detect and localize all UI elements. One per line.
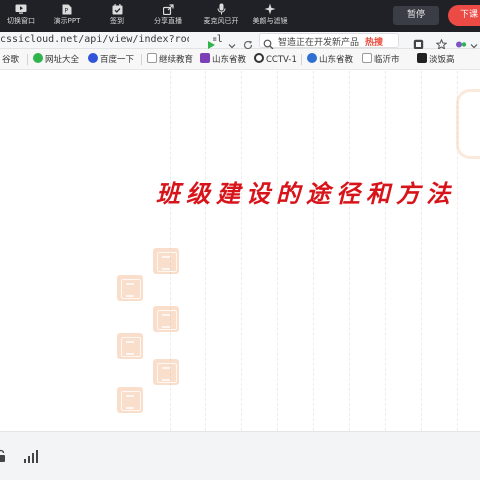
seal-stamp-decoration bbox=[117, 387, 143, 413]
bookmark-divider bbox=[27, 54, 28, 65]
sign-in-icon bbox=[103, 3, 131, 16]
present-ppt-label: 演示PPT bbox=[53, 17, 81, 25]
present-ppt-button[interactable]: P 演示PPT bbox=[52, 3, 82, 30]
switch-window-button[interactable]: 切换窗口 bbox=[6, 3, 36, 30]
pause-button[interactable]: 暂停 bbox=[393, 6, 439, 25]
beauty-filter-button[interactable]: 美颜与滤镜 bbox=[250, 3, 290, 30]
bottom-status-bar bbox=[0, 431, 480, 480]
bookmark-item[interactable]: 山东省教 bbox=[307, 53, 353, 66]
hot-search-badge: 热搜 bbox=[365, 38, 384, 48]
bookmark-icon bbox=[200, 53, 210, 63]
sign-in-label: 签到 bbox=[110, 17, 124, 25]
slide-dashed-line bbox=[241, 71, 242, 431]
slide-dashed-line bbox=[349, 71, 350, 431]
beauty-filter-label: 美颜与滤镜 bbox=[252, 17, 288, 25]
search-query-text: 智造正在开发新产品 bbox=[278, 38, 360, 48]
slide-title: 班级建设的途径和方法 bbox=[156, 179, 456, 208]
bookmarks-bar: 谷歌 网址大全 百度一下 继续教育 山东省教 CCTV-1 山东省教 临沂市 淡… bbox=[0, 49, 480, 70]
screen: 切换窗口 P 演示PPT 签到 分享直播 麦克风已开 美颜与滤镜 暂停 下课 c… bbox=[0, 0, 480, 480]
bookmark-item[interactable]: 谷歌 bbox=[0, 53, 19, 66]
slide-dashed-line bbox=[421, 71, 422, 431]
signal-bars-icon[interactable] bbox=[24, 448, 38, 467]
live-toolbar: 切换窗口 P 演示PPT 签到 分享直播 麦克风已开 美颜与滤镜 暂停 下课 bbox=[0, 0, 480, 32]
bookmark-item[interactable]: 临沂市 bbox=[362, 53, 400, 66]
bookmark-icon bbox=[33, 53, 43, 63]
bookmark-item[interactable]: 继续教育 bbox=[147, 53, 193, 66]
bookmark-icon bbox=[362, 53, 372, 63]
seal-stamp-decoration bbox=[153, 248, 179, 274]
share-live-icon bbox=[151, 3, 185, 16]
bookmark-label: 淡饭高 bbox=[429, 55, 455, 65]
bookmark-label: 百度一下 bbox=[100, 55, 135, 65]
end-class-button[interactable]: 下课 bbox=[448, 5, 480, 26]
bookmark-icon bbox=[417, 53, 427, 63]
bookmark-item[interactable]: CCTV-1 bbox=[254, 53, 297, 66]
microphone-icon bbox=[201, 3, 241, 16]
slide-dashed-line bbox=[385, 71, 386, 431]
ppt-icon: P bbox=[52, 3, 82, 16]
bookmark-label: 谷歌 bbox=[2, 55, 20, 65]
bookmark-icon bbox=[254, 53, 264, 63]
switch-window-icon bbox=[6, 3, 36, 16]
bookmark-icon bbox=[307, 53, 317, 63]
bookmark-label: 网址大全 bbox=[45, 55, 80, 65]
beauty-filter-icon bbox=[250, 3, 290, 16]
bookmark-item[interactable]: 网址大全 bbox=[33, 53, 79, 66]
seal-stamp-decoration bbox=[153, 306, 179, 332]
bookmark-item[interactable]: 山东省教 bbox=[200, 53, 246, 66]
slide-dashed-line bbox=[277, 71, 278, 431]
bookmark-label: 山东省教 bbox=[319, 55, 354, 65]
lock-icon[interactable] bbox=[0, 448, 6, 467]
bookmark-label: 临沂市 bbox=[374, 55, 400, 65]
sign-in-button[interactable]: 签到 bbox=[103, 3, 131, 30]
bookmark-label: 山东省教 bbox=[212, 55, 247, 65]
share-live-label: 分享直播 bbox=[154, 17, 182, 25]
seal-stamp-decoration bbox=[153, 359, 179, 385]
presentation-slide: 班级建设的途径和方法 bbox=[0, 71, 480, 431]
share-live-button[interactable]: 分享直播 bbox=[151, 3, 185, 30]
seal-stamp-decoration bbox=[117, 333, 143, 359]
slide-dashed-line bbox=[313, 71, 314, 431]
seal-stamp-decoration bbox=[117, 275, 143, 301]
switch-window-label: 切换窗口 bbox=[7, 17, 35, 25]
microphone-button[interactable]: 麦克风已开 bbox=[201, 3, 241, 30]
bookmark-icon bbox=[147, 53, 157, 63]
bookmark-item[interactable]: 百度一下 bbox=[88, 53, 134, 66]
microphone-label: 麦克风已开 bbox=[203, 17, 239, 25]
bookmark-divider bbox=[141, 54, 142, 65]
search-input[interactable]: 智造正在开发新产品 热搜 bbox=[259, 33, 399, 50]
bookmark-label: CCTV-1 bbox=[266, 55, 297, 65]
svg-text:P: P bbox=[65, 7, 69, 14]
slide-corner-decoration bbox=[456, 89, 480, 159]
bookmark-item[interactable]: 淡饭高 bbox=[417, 53, 455, 66]
bookmark-icon bbox=[88, 53, 98, 63]
bookmark-divider bbox=[301, 54, 302, 65]
bookmark-label: 继续教育 bbox=[159, 55, 194, 65]
slide-dashed-line bbox=[205, 71, 206, 431]
browser-address-bar: cssicloud.net/api/view/index?roomid=l 智造… bbox=[0, 32, 480, 50]
